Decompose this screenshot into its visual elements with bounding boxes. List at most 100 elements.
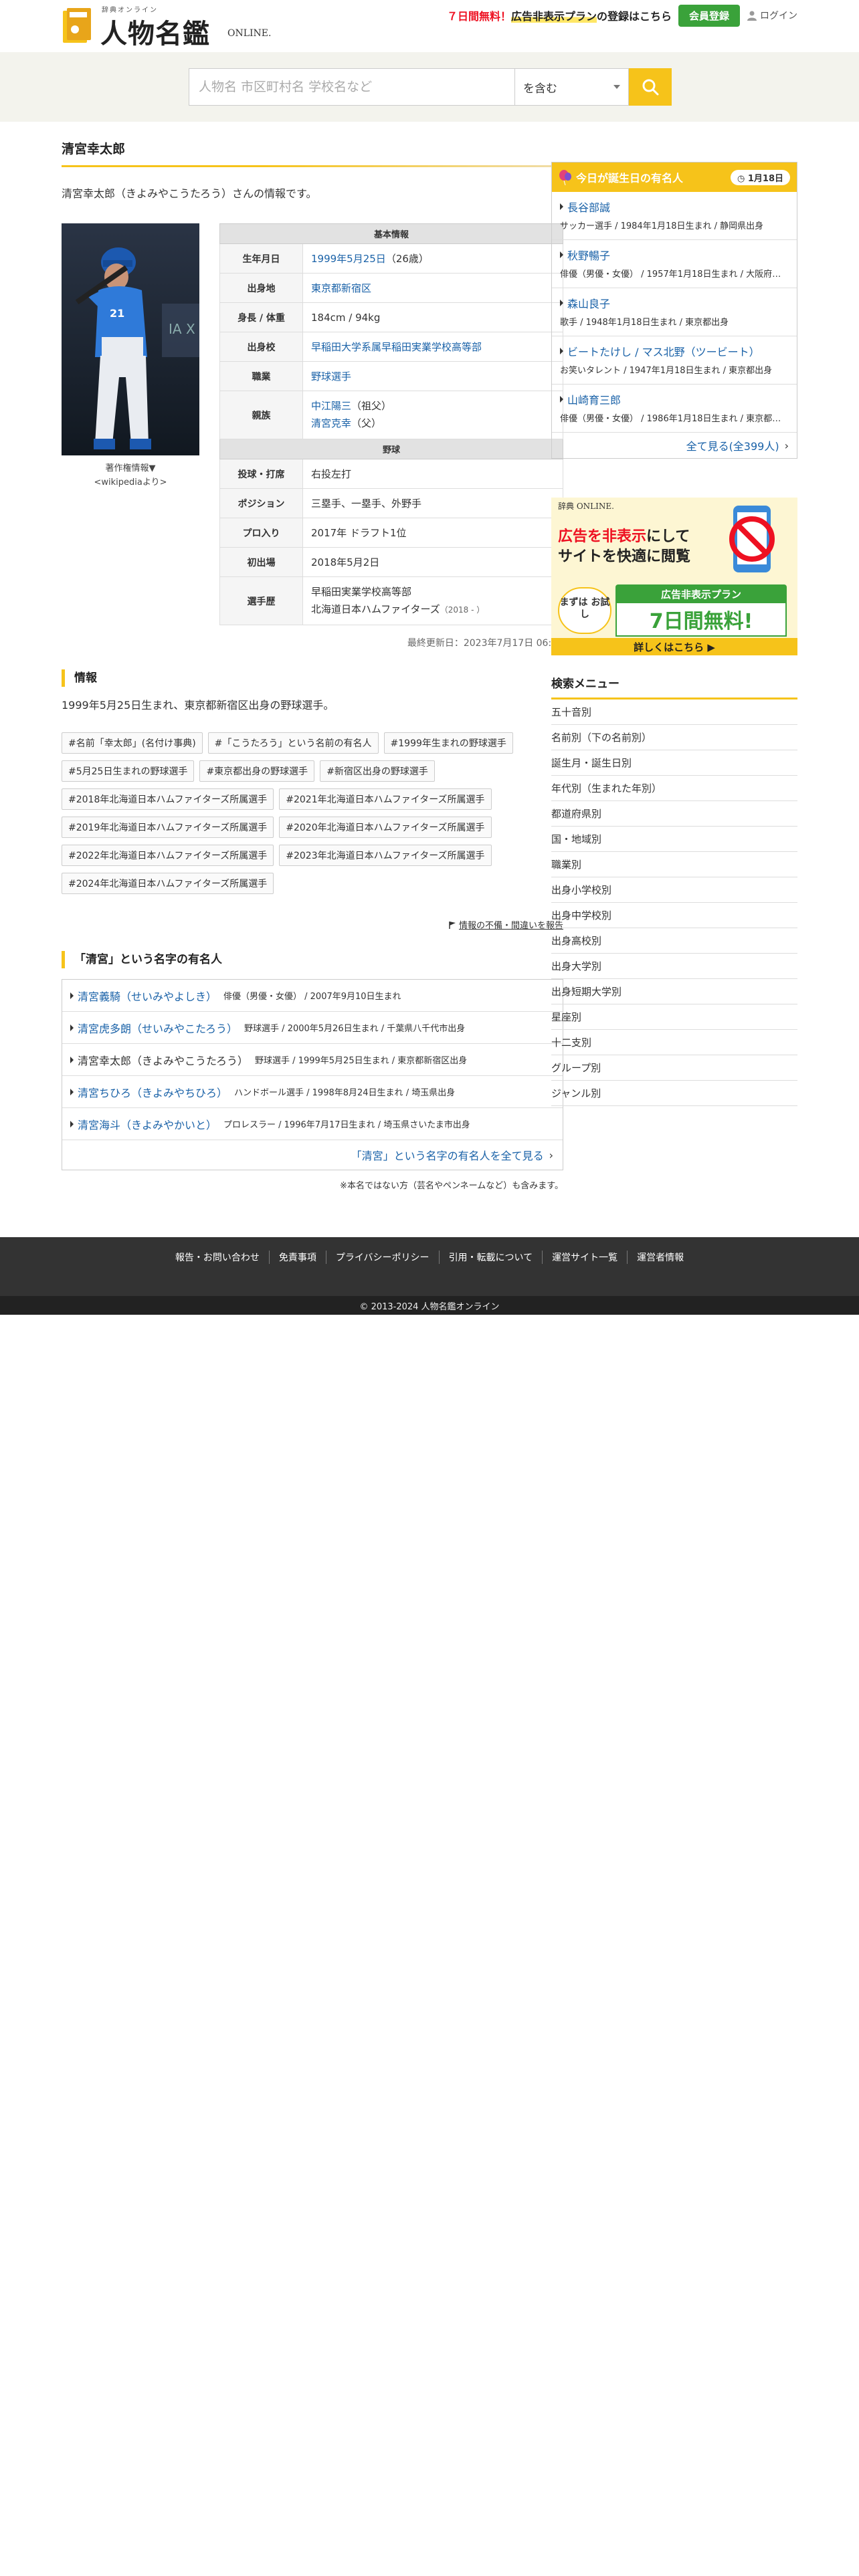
menu-item[interactable]: 国・地域別 <box>551 827 797 852</box>
ad-free-promo-link[interactable]: ７日間無料！広告非表示プランの登録はこちら <box>447 7 672 23</box>
birthday-item[interactable]: 森山良子 歌手 / 1948年1月18日生まれ / 東京都出身 <box>552 288 797 336</box>
tag-link[interactable]: #新宿区出身の野球選手 <box>320 760 435 782</box>
person-link[interactable]: 山崎育三郎 <box>567 391 621 407</box>
tag-link[interactable]: #2024年北海道日本ハムファイターズ所属選手 <box>62 873 274 894</box>
promo-plan: 広告非表示プラン <box>510 10 597 23</box>
footer-link[interactable]: 運営サイト一覧 <box>543 1251 628 1264</box>
person-link[interactable]: 秋野暢子 <box>567 247 610 263</box>
footer-link[interactable]: 引用・転載について <box>440 1251 543 1264</box>
ad-details-link[interactable]: 詳しくはこちら ▶ <box>551 638 797 655</box>
birthday-more-link[interactable]: 全て見る(全399人) › <box>552 433 797 458</box>
triangle-right-icon <box>560 348 563 354</box>
list-item[interactable]: 清宮海斗（きよみやかいと） プロレスラー / 1996年7月17日生まれ / 埼玉… <box>62 1108 563 1140</box>
menu-item[interactable]: ジャンル別 <box>551 1081 797 1106</box>
tag-link[interactable]: #2020年北海道日本ハムファイターズ所属選手 <box>279 817 492 838</box>
menu-item[interactable]: 都道府県別 <box>551 801 797 827</box>
no-ads-phone-icon <box>729 506 775 572</box>
job-link[interactable]: 野球選手 <box>311 370 351 383</box>
list-item[interactable]: 清宮ちひろ（きよみやちひろ） ハンドボール選手 / 1998年8月24日生まれ /… <box>62 1076 563 1108</box>
tag-link[interactable]: #2019年北海道日本ハムファイターズ所属選手 <box>62 817 274 838</box>
tag-link[interactable]: #5月25日生まれの野球選手 <box>62 760 195 782</box>
search-button[interactable] <box>629 68 672 106</box>
birthday-item[interactable]: ビートたけし / マス北野（ツービート） お笑いタレント / 1947年1月18日… <box>552 336 797 385</box>
triangle-right-icon <box>560 203 563 210</box>
profile-info-table: 基本情報 生年月日 1999年5月25日（26歳） 出身地 東京都新宿区 身長 … <box>219 223 563 625</box>
person-link[interactable]: ビートたけし / マス北野（ツービート） <box>567 343 760 359</box>
person-desc: 俳優（男優・女優） / 1957年1月18日生まれ / 大阪府出身 <box>560 270 789 280</box>
tag-link[interactable]: #東京都出身の野球選手 <box>199 760 315 782</box>
footer-link[interactable]: プライバシーポリシー <box>326 1251 440 1264</box>
list-item[interactable]: 清宮虎多朗（せいみやこたろう） 野球選手 / 2000年5月26日生まれ / 千葉… <box>62 1012 563 1044</box>
throw-bat-value: 右投左打 <box>302 459 563 489</box>
relative-link[interactable]: 清宮克幸 <box>311 417 351 429</box>
tag-list: #名前「幸太郎」(名付け事典) #「こうたろう」という名前の有名人 #1999年… <box>62 732 563 894</box>
tag-link[interactable]: #1999年生まれの野球選手 <box>383 732 513 754</box>
menu-item[interactable]: グループ別 <box>551 1055 797 1081</box>
person-link[interactable]: 森山良子 <box>567 295 610 311</box>
menu-item[interactable]: 五十音別 <box>551 700 797 725</box>
triangle-right-icon <box>70 1088 74 1095</box>
debut-value: 2018年5月2日 <box>302 547 563 577</box>
signup-button[interactable]: 会員登録 <box>678 4 740 27</box>
person-link[interactable]: 清宮海斗（きよみやかいと） <box>78 1116 217 1132</box>
menu-item[interactable]: 年代別（生まれた年別） <box>551 776 797 801</box>
position-label: ポジション <box>219 488 303 518</box>
menu-item[interactable]: 名前別（下の名前別） <box>551 725 797 750</box>
tag-link[interactable]: #2022年北海道日本ハムファイターズ所属選手 <box>62 845 274 866</box>
menu-item[interactable]: 職業別 <box>551 852 797 877</box>
tag-link[interactable]: #2018年北海道日本ハムファイターズ所属選手 <box>62 788 274 810</box>
book-logo-icon <box>63 8 91 43</box>
person-link[interactable]: 清宮虎多朗（せいみやこたろう） <box>78 1020 237 1036</box>
relative-relation: （祖父） <box>351 400 392 412</box>
footer-link[interactable]: 免責事項 <box>270 1251 326 1264</box>
footer-link[interactable]: 運営者情報 <box>628 1251 693 1264</box>
school-link[interactable]: 早稲田大学系属早稲田実業学校高等部 <box>311 341 482 353</box>
person-link[interactable]: 長谷部誠 <box>567 199 610 215</box>
menu-item[interactable]: 出身小学校別 <box>551 877 797 903</box>
person-link[interactable]: 清宮義騎（せいみやよしき） <box>78 988 217 1004</box>
birthday-item[interactable]: 長谷部誠 サッカー選手 / 1984年1月18日生まれ / 静岡県出身 <box>552 192 797 240</box>
menu-item[interactable]: 星座別 <box>551 1004 797 1030</box>
site-logo[interactable]: 辞典オンライン 人物名鑑 ONLINE. <box>62 3 271 49</box>
height-weight-label: 身長 / 体重 <box>219 302 303 332</box>
menu-item[interactable]: 誕生月・誕生日別 <box>551 750 797 776</box>
same-surname-note: ※本名ではない方（芸名やペンネームなど）も含みます。 <box>340 1181 563 1191</box>
birthday-item[interactable]: 秋野暢子俳優（男優・女優） / 1957年1月18日生まれ / 大阪府出身 <box>552 240 797 288</box>
profile-photo[interactable]: IA X 21 <box>62 223 199 455</box>
menu-item[interactable]: 出身中学校別 <box>551 903 797 928</box>
balloon-icon <box>559 170 571 185</box>
page-title: 清宮幸太郎 <box>62 139 563 167</box>
tag-link[interactable]: #「こうたろう」という名前の有名人 <box>207 732 379 754</box>
report-label: 情報の不備・間違いを報告 <box>458 921 563 931</box>
birthday-item[interactable]: 山崎育三郎 俳優（男優・女優） / 1986年1月18日生まれ / 東京都出身 <box>552 385 797 433</box>
search-input[interactable] <box>189 68 515 106</box>
same-surname-more-link[interactable]: 「清宮」という名字の有名人を全て見る › <box>62 1140 563 1170</box>
tag-link[interactable]: #2023年北海道日本ハムファイターズ所属選手 <box>279 845 492 866</box>
menu-item[interactable]: 出身大学別 <box>551 954 797 979</box>
menu-item[interactable]: 出身短期大学別 <box>551 979 797 1004</box>
login-link[interactable]: ログイン <box>747 9 797 22</box>
ad-line1: 広告を非表示 <box>558 528 647 545</box>
birthplace-link[interactable]: 東京都新宿区 <box>311 282 371 294</box>
tag-link[interactable]: #名前「幸太郎」(名付け事典) <box>62 732 203 754</box>
footer-link[interactable]: 報告・お問い合わせ <box>166 1251 270 1264</box>
relative-link[interactable]: 中江陽三 <box>311 400 351 412</box>
menu-item[interactable]: 十二支別 <box>551 1030 797 1055</box>
chevron-right-icon: › <box>549 1148 553 1162</box>
list-item[interactable]: 清宮義騎（せいみやよしき） 俳優（男優・女優） / 2007年9月10日生まれ <box>62 980 563 1012</box>
birthdate-link[interactable]: 1999年5月25日 <box>311 253 386 265</box>
user-icon <box>747 11 757 21</box>
pro-entry-value: 2017年 ドラフト1位 <box>302 518 563 548</box>
birthplace-cell: 東京都新宿区 <box>302 273 563 303</box>
person-link[interactable]: 清宮ちひろ（きよみやちひろ） <box>78 1084 227 1100</box>
ad-free-banner[interactable]: 辞典 ONLINE. 広告を非表示にして サイトを快適に閲覧 まずは お試し 広… <box>551 498 797 655</box>
copyright: © 2013-2024 人物名鑑オンライン <box>0 1296 859 1315</box>
search-mode-select[interactable]: を含む <box>515 68 629 106</box>
photo-credit[interactable]: 著作権情報▼ <wikipediaより> <box>62 462 199 490</box>
menu-item[interactable]: 出身高校別 <box>551 928 797 954</box>
ad-plan-label: 広告非表示プラン <box>615 584 787 604</box>
copyright-info-link[interactable]: 著作権情報▼ <box>62 462 199 476</box>
report-error-link[interactable]: 情報の不備・間違いを報告 <box>62 918 563 931</box>
tag-link[interactable]: #2021年北海道日本ハムファイターズ所属選手 <box>279 788 492 810</box>
birth-value-cell: 1999年5月25日（26歳） <box>302 243 563 274</box>
